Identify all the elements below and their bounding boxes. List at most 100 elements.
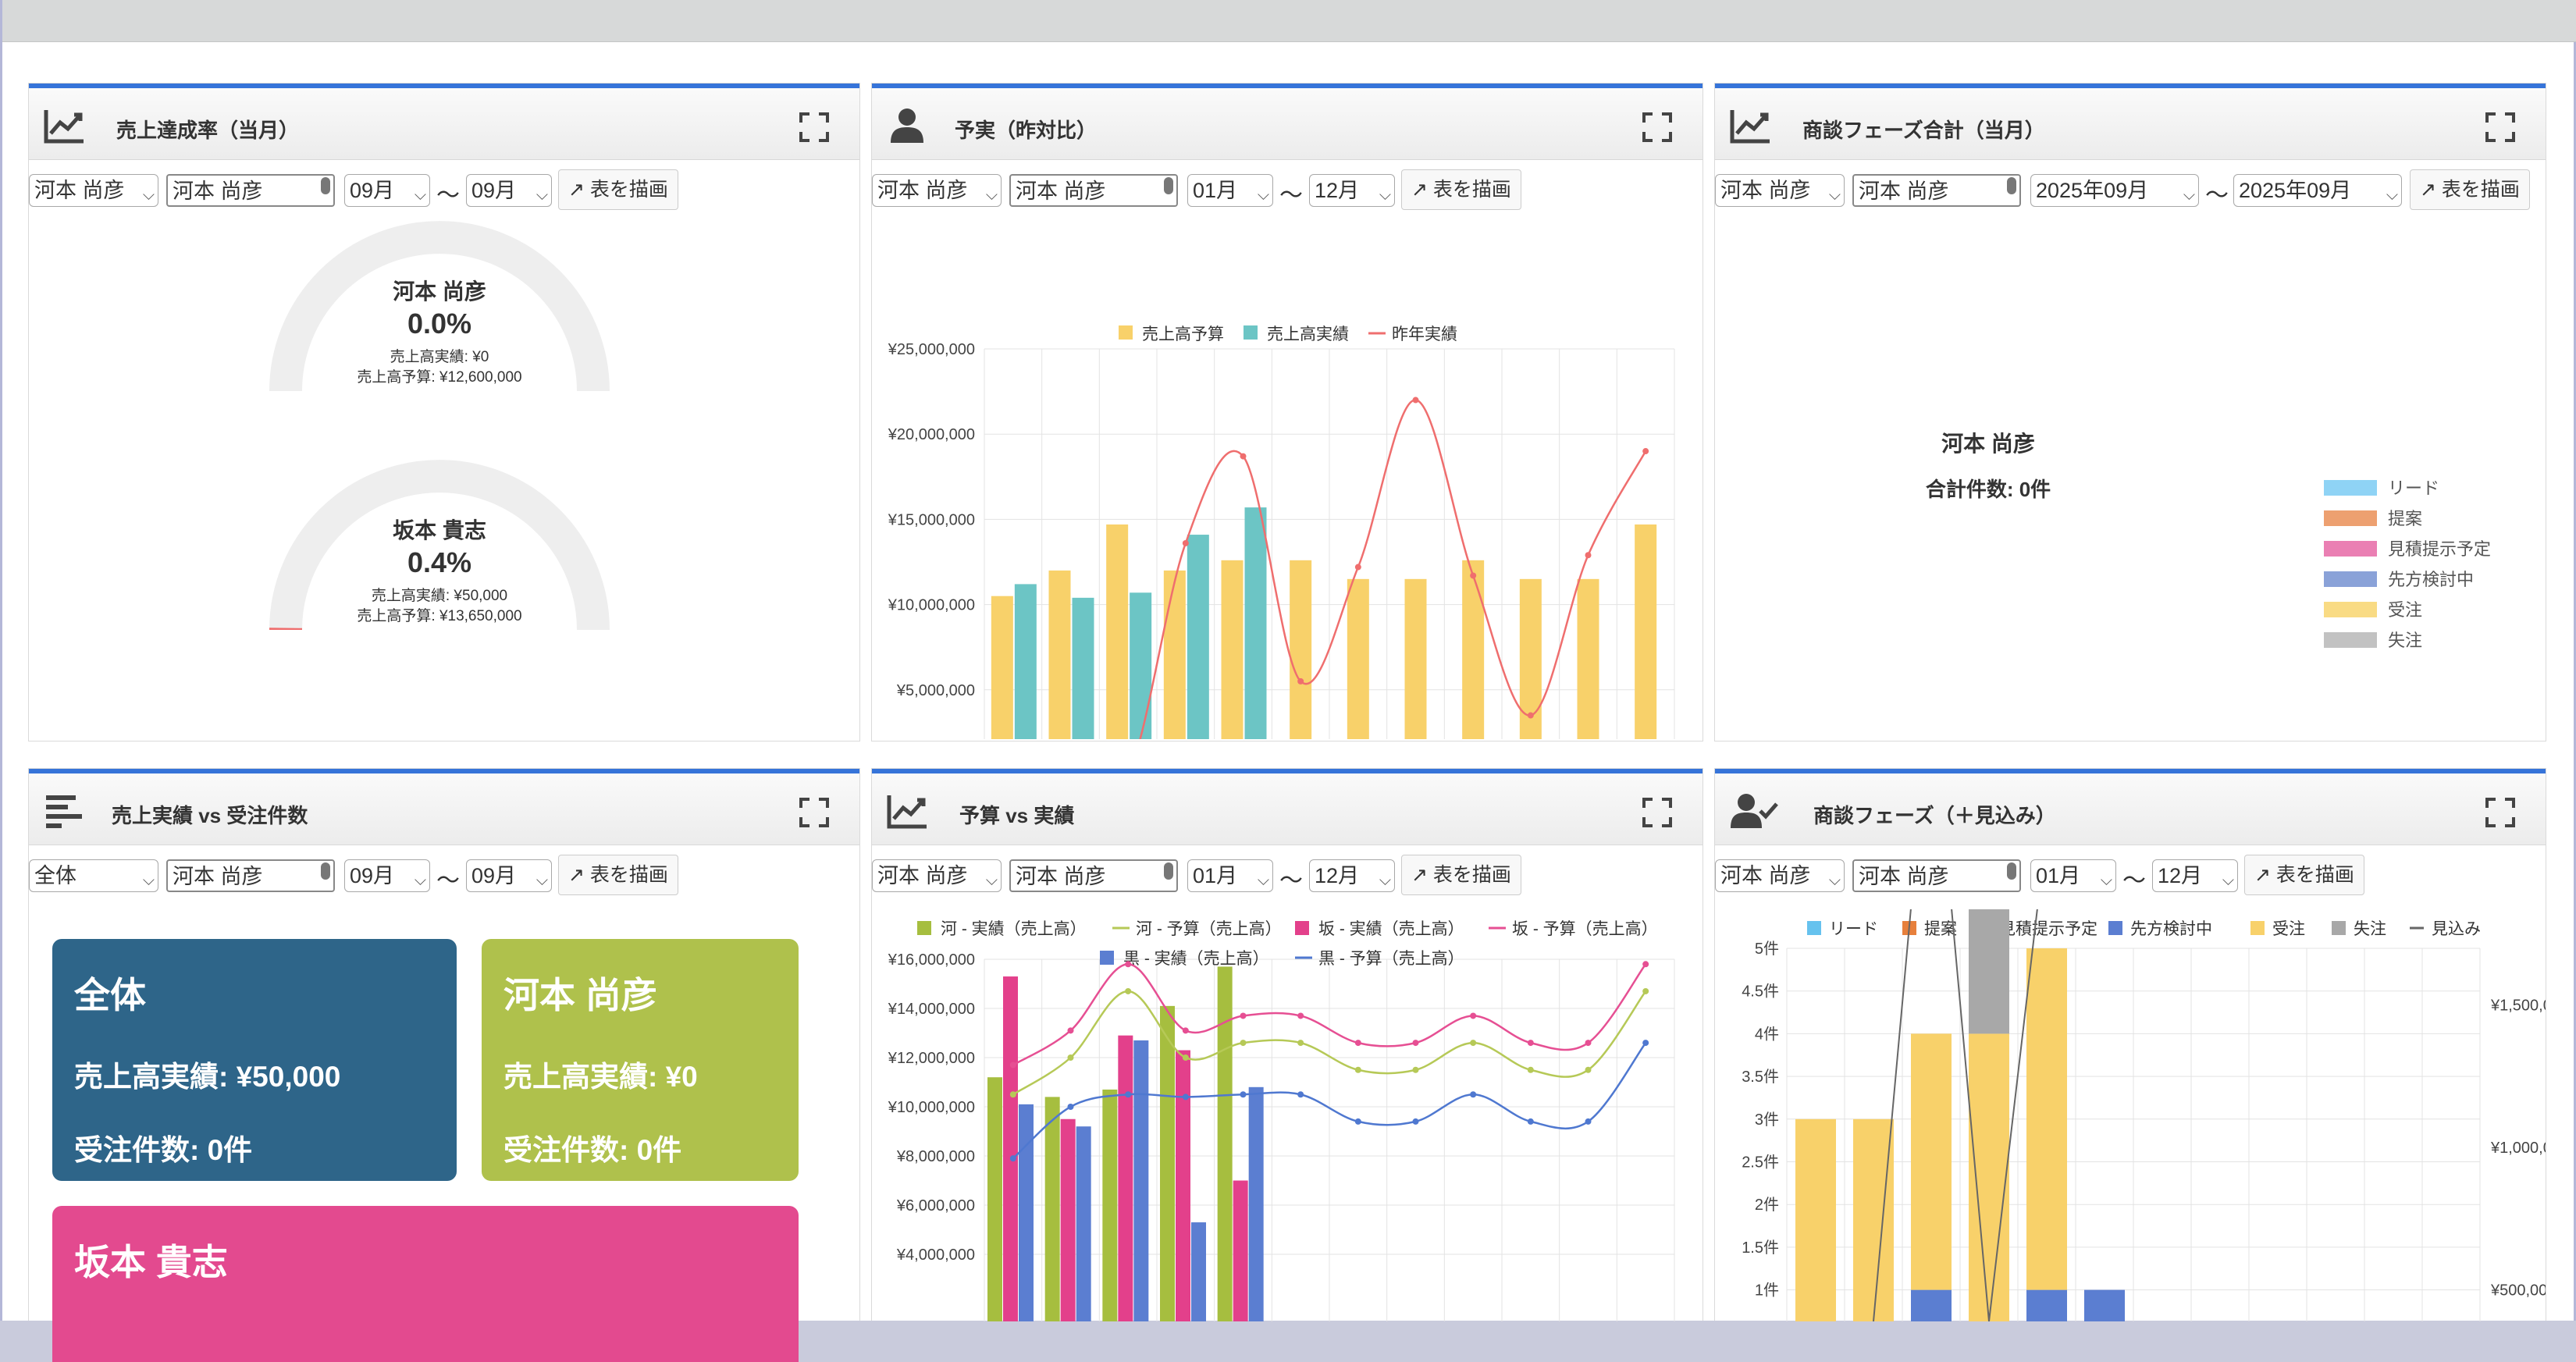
y-tick-label: ¥14,000,000 bbox=[888, 1001, 975, 1018]
bar-売上高予算 bbox=[1164, 571, 1186, 739]
line-point bbox=[1355, 1067, 1361, 1073]
bar-売上高実績 bbox=[1187, 535, 1209, 739]
legend-swatch bbox=[1100, 951, 1114, 965]
y-tick-label: 3件 bbox=[1755, 1111, 1779, 1129]
month-to-select[interactable]: 12月⌵ bbox=[1309, 174, 1395, 207]
user-input[interactable]: 河本 尚彦 bbox=[166, 174, 335, 207]
user-input[interactable]: 河本 尚彦 bbox=[1852, 174, 2021, 207]
legend-swatch bbox=[2108, 921, 2122, 935]
yojitsu-chart: ¥0¥5,000,000¥10,000,000¥15,000,000¥20,00… bbox=[872, 224, 1703, 739]
draw-table-button[interactable]: ↗ 表を描画 bbox=[1401, 169, 1521, 210]
month-to-select[interactable]: 2025年09月⌵ bbox=[2233, 174, 2402, 207]
gauge-percent: 0.4% bbox=[407, 546, 471, 578]
month-to-select[interactable]: 12月⌵ bbox=[1309, 859, 1395, 892]
gauge-name: 坂本 貴志 bbox=[393, 518, 486, 542]
legend-label: 坂 - 実績（売上高） bbox=[1318, 920, 1464, 938]
arrow-icon: ↗ bbox=[1411, 864, 1433, 886]
card-name: 坂本 貴志 bbox=[74, 1234, 777, 1286]
fullscreen-icon[interactable] bbox=[799, 112, 830, 143]
fullscreen-icon[interactable] bbox=[2485, 797, 2516, 828]
range-tilde: 〜 bbox=[2205, 176, 2229, 210]
panel-sales-vs-orders: 売上実績 vs 受注件数 全体⌵ 河本 尚彦 09月⌵ 〜 09月⌵ ↗ 表を描… bbox=[28, 768, 860, 1321]
legend-label: 先方検討中 bbox=[2388, 570, 2474, 589]
panel-phase-forecast: 商談フェーズ（＋見込み） 河本 尚彦⌵ 河本 尚彦 01月⌵ 〜 12月⌵ ↗ … bbox=[1714, 768, 2546, 1321]
legend-label: 提案 bbox=[2388, 509, 2422, 528]
month-from-select[interactable]: 01月⌵ bbox=[1187, 859, 1273, 892]
month-from-select[interactable]: 2025年09月⌵ bbox=[2030, 174, 2199, 207]
line-point bbox=[1297, 678, 1304, 685]
month-to-select[interactable]: 09月⌵ bbox=[466, 174, 552, 207]
legend-label: 黒 - 予算（売上高） bbox=[1318, 950, 1464, 968]
user-input[interactable]: 河本 尚彦 bbox=[1852, 859, 2021, 892]
draw-table-button[interactable]: ↗ 表を描画 bbox=[2410, 169, 2530, 210]
bar-受注 bbox=[2026, 948, 2067, 1290]
legend-swatch bbox=[2250, 921, 2265, 935]
user-input[interactable]: 河本 尚彦 bbox=[166, 859, 335, 892]
bar-売上高実績 bbox=[1073, 598, 1094, 739]
draw-table-button[interactable]: ↗ 表を描画 bbox=[2244, 855, 2364, 895]
bar-河 - 実績（売上高） bbox=[1160, 1006, 1175, 1321]
bar-売上高予算 bbox=[1462, 560, 1484, 739]
line-point bbox=[1585, 552, 1592, 558]
draw-table-button[interactable]: ↗ 表を描画 bbox=[558, 169, 678, 210]
line-point bbox=[1585, 1040, 1592, 1046]
line-point bbox=[1642, 988, 1649, 994]
bar-河 - 実績（売上高） bbox=[1045, 1097, 1060, 1321]
legend-label: 失注 bbox=[2354, 920, 2386, 938]
month-from-select[interactable]: 09月⌵ bbox=[344, 174, 430, 207]
user-input[interactable]: 河本 尚彦 bbox=[1009, 174, 1178, 207]
panel-title: 売上実績 vs 受注件数 bbox=[112, 800, 308, 829]
legend-label: 河 - 実績（売上高） bbox=[941, 920, 1087, 938]
fullscreen-icon[interactable] bbox=[1642, 797, 1673, 828]
bar-坂 - 実績（売上高） bbox=[1003, 976, 1018, 1321]
summary-card-kawamoto: 河本 尚彦 売上高実績: ¥0 受注件数: 0件 bbox=[482, 939, 799, 1181]
legend-label: 受注 bbox=[2272, 920, 2305, 938]
bar-売上高予算 bbox=[1049, 571, 1071, 739]
legend-swatch bbox=[2324, 632, 2377, 648]
fullscreen-icon[interactable] bbox=[1642, 112, 1673, 143]
line-point bbox=[1125, 988, 1131, 994]
user-select[interactable]: 河本 尚彦⌵ bbox=[1715, 174, 1845, 207]
phase-forecast-chart: 1件1.5件2件2.5件3件3.5件4件4.5件5件¥500,000¥1,000… bbox=[1715, 909, 2546, 1321]
panel-title: 予算 vs 実績 bbox=[959, 800, 1074, 829]
month-to-select[interactable]: 09月⌵ bbox=[466, 859, 552, 892]
panel-phase-total: 商談フェーズ合計（当月） 河本 尚彦⌵ 河本 尚彦 2025年09月⌵ 〜 20… bbox=[1714, 83, 2546, 741]
panel-title: 予実（昨対比） bbox=[955, 115, 1097, 144]
summary-card-all: 全体 売上高実績: ¥50,000 受注件数: 0件 bbox=[52, 939, 457, 1181]
phase-legend: リード提案見積提示予定先方検討中受注失注 bbox=[2316, 388, 2519, 669]
user-select[interactable]: 河本 尚彦⌵ bbox=[872, 174, 1002, 207]
month-from-select[interactable]: 01月⌵ bbox=[1187, 174, 1273, 207]
range-tilde: 〜 bbox=[1279, 861, 1303, 895]
gauge-actual: 売上高実績: ¥50,000 bbox=[372, 587, 507, 604]
card-sales: 売上高実績: ¥0 bbox=[503, 1053, 777, 1095]
panel-sales-achievement: 売上達成率（当月） 河本 尚彦⌵ 河本 尚彦 09月⌵ 〜 09月⌵ ↗ 表を描… bbox=[28, 83, 860, 741]
user-input[interactable]: 河本 尚彦 bbox=[1009, 859, 1178, 892]
legend-label: 売上高予算 bbox=[1142, 325, 1224, 343]
line-point bbox=[1528, 1067, 1534, 1073]
bar-売上高予算 bbox=[1578, 579, 1599, 739]
legend-swatch bbox=[1295, 921, 1309, 935]
legend-swatch bbox=[2324, 541, 2377, 557]
y-tick-label: ¥16,000,000 bbox=[888, 951, 975, 969]
line-point bbox=[1183, 1094, 1189, 1100]
y-tick-label: ¥20,000,000 bbox=[888, 426, 975, 443]
scope-select[interactable]: 全体⌵ bbox=[29, 859, 158, 892]
line-point bbox=[1125, 1091, 1131, 1097]
legend-label: 先方検討中 bbox=[2130, 920, 2212, 938]
draw-table-button[interactable]: ↗ 表を描画 bbox=[1401, 855, 1521, 895]
bar-売上高予算 bbox=[1106, 525, 1128, 739]
month-from-select[interactable]: 09月⌵ bbox=[344, 859, 430, 892]
user-select[interactable]: 河本 尚彦⌵ bbox=[29, 174, 158, 207]
fullscreen-icon[interactable] bbox=[799, 797, 830, 828]
line-point bbox=[1183, 1054, 1189, 1061]
month-to-select[interactable]: 12月⌵ bbox=[2152, 859, 2238, 892]
draw-table-button[interactable]: ↗ 表を描画 bbox=[558, 855, 678, 895]
month-from-select[interactable]: 01月⌵ bbox=[2030, 859, 2116, 892]
arrow-icon: ↗ bbox=[568, 864, 590, 886]
fullscreen-icon[interactable] bbox=[2485, 112, 2516, 143]
user-select[interactable]: 河本 尚彦⌵ bbox=[872, 859, 1002, 892]
bar-先方検討中 bbox=[2026, 1290, 2067, 1321]
user-select[interactable]: 河本 尚彦⌵ bbox=[1715, 859, 1845, 892]
line-point bbox=[1528, 713, 1534, 719]
card-name: 河本 尚彦 bbox=[503, 967, 777, 1019]
